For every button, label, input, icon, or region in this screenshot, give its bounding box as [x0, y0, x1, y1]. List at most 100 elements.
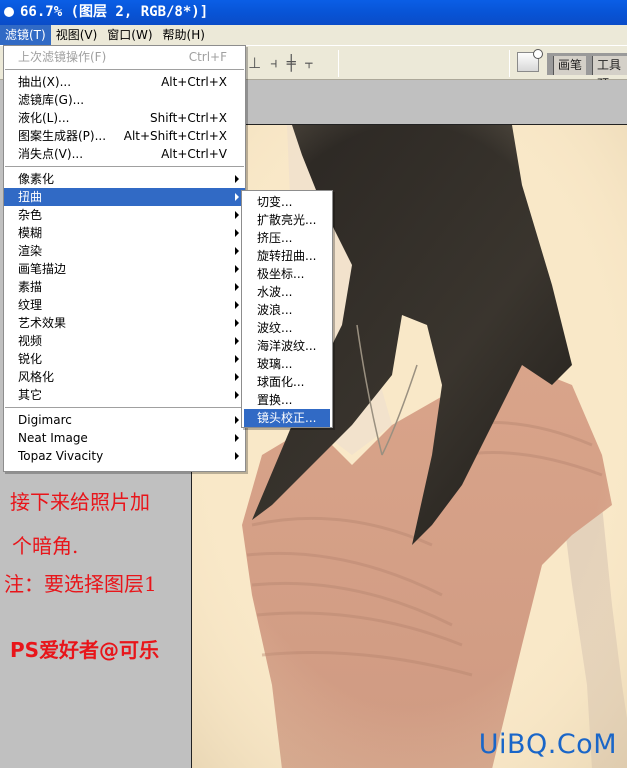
align-distribute-group: ⊥ ⫞ ╪ ⫟: [248, 54, 314, 72]
menu-item-label: 抽出(X)...: [18, 75, 72, 89]
palette-well: 画笔 工具预: [547, 53, 627, 91]
menu-separator: [5, 69, 244, 70]
menu-item-video[interactable]: 视频: [4, 332, 245, 350]
menu-item-texture[interactable]: 纹理: [4, 296, 245, 314]
document-icon: [4, 7, 14, 17]
menu-item-shortcut: Shift+Ctrl+X: [150, 111, 227, 125]
submenu-arrow-icon: [235, 211, 239, 219]
menu-item-shortcut: Alt+Ctrl+V: [161, 147, 227, 161]
menu-item-stylize[interactable]: 风格化: [4, 368, 245, 386]
annotation-line-2: 个暗角.: [12, 534, 79, 558]
submenu-arrow-icon: [235, 301, 239, 309]
menu-item-label: 视频: [18, 334, 43, 348]
submenu-item-pinch[interactable]: 挤压...: [242, 229, 332, 247]
submenu-item-displace[interactable]: 置换...: [242, 391, 332, 409]
menu-item-blur[interactable]: 模糊: [4, 224, 245, 242]
menu-item-digimarc[interactable]: Digimarc: [4, 411, 245, 429]
submenu-arrow-icon: [235, 452, 239, 460]
menu-item-filter-gallery[interactable]: 滤镜库(G)...: [4, 91, 245, 109]
submenu-arrow-icon: [235, 193, 239, 201]
menu-item-label: 画笔描边: [18, 262, 67, 276]
menu-item-label: 模糊: [18, 226, 43, 240]
submenu-item-wave[interactable]: 波浪...: [242, 301, 332, 319]
menu-item-render[interactable]: 渲染: [4, 242, 245, 260]
menu-item-label: 上次滤镜操作(F): [18, 50, 107, 64]
menu-item-liquify[interactable]: 液化(L)... Shift+Ctrl+X: [4, 109, 245, 127]
menu-item-brush-strokes[interactable]: 画笔描边: [4, 260, 245, 278]
menu-item-label: 扭曲: [18, 190, 43, 204]
submenu-item-ocean-ripple[interactable]: 海洋波纹...: [242, 337, 332, 355]
menu-item-label: 消失点(V)...: [18, 147, 84, 161]
menu-item-extract[interactable]: 抽出(X)... Alt+Ctrl+X: [4, 73, 245, 91]
distribute-left-icon[interactable]: ⫞: [270, 54, 277, 72]
palette-tab-brushes[interactable]: 画笔: [553, 56, 587, 75]
menu-item-label: 滤镜库(G)...: [18, 93, 85, 107]
menu-item-label: 像素化: [18, 172, 55, 186]
menu-item-label: 图案生成器(P)...: [18, 129, 107, 143]
menu-item-label: Topaz Vivacity: [18, 449, 104, 463]
menu-item-shortcut: Ctrl+F: [188, 50, 227, 64]
submenu-arrow-icon: [235, 373, 239, 381]
menu-item-label: 液化(L)...: [18, 111, 70, 125]
submenu-item-zigzag[interactable]: 水波...: [242, 283, 332, 301]
distort-submenu: 切变... 扩散亮光... 挤压... 旋转扭曲... 极坐标... 水波...…: [241, 190, 333, 428]
submenu-item-glass[interactable]: 玻璃...: [242, 355, 332, 373]
menu-item-vanishing-point[interactable]: 消失点(V)... Alt+Ctrl+V: [4, 145, 245, 163]
submenu-arrow-icon: [235, 283, 239, 291]
file-browser-icon[interactable]: [517, 49, 543, 72]
submenu-arrow-icon: [235, 355, 239, 363]
submenu-arrow-icon: [235, 265, 239, 273]
menu-item-shortcut: Alt+Ctrl+X: [161, 75, 227, 89]
annotation-signature: PS爱好者@可乐: [10, 638, 160, 662]
submenu-arrow-icon: [235, 434, 239, 442]
submenu-item-lens-correction[interactable]: 镜头校正...: [244, 409, 330, 427]
palette-tab-tool-presets[interactable]: 工具预: [592, 56, 627, 91]
menu-item-label: 锐化: [18, 352, 43, 366]
menu-item-label: 纹理: [18, 298, 43, 312]
menu-item-label: Neat Image: [18, 431, 88, 445]
menu-item-topaz-vivacity[interactable]: Topaz Vivacity: [4, 447, 245, 465]
menu-item-artistic[interactable]: 艺术效果: [4, 314, 245, 332]
menu-item-neat-image[interactable]: Neat Image: [4, 429, 245, 447]
submenu-item-shear[interactable]: 切变...: [242, 193, 332, 211]
annotation-line-1: 接下来给照片加: [10, 490, 150, 514]
submenu-arrow-icon: [235, 229, 239, 237]
menu-view[interactable]: 视图(V): [51, 25, 103, 45]
submenu-item-spherize[interactable]: 球面化...: [242, 373, 332, 391]
menu-item-pixelate[interactable]: 像素化: [4, 170, 245, 188]
menu-item-sharpen[interactable]: 锐化: [4, 350, 245, 368]
align-bottom-edges-icon[interactable]: ⊥: [248, 54, 261, 72]
menu-separator: [5, 166, 244, 167]
menu-item-pattern-maker[interactable]: 图案生成器(P)... Alt+Shift+Ctrl+X: [4, 127, 245, 145]
menu-item-shortcut: Alt+Shift+Ctrl+X: [123, 129, 227, 143]
menu-item-noise[interactable]: 杂色: [4, 206, 245, 224]
submenu-item-polar-coordinates[interactable]: 极坐标...: [242, 265, 332, 283]
distribute-horizontal-centers-icon[interactable]: ╪: [287, 54, 296, 72]
distribute-right-icon[interactable]: ⫟: [305, 54, 314, 72]
watermark: UiBQ.CoM: [478, 729, 617, 760]
menu-item-last-filter[interactable]: 上次滤镜操作(F) Ctrl+F: [4, 48, 245, 66]
menu-help[interactable]: 帮助(H): [158, 25, 210, 45]
submenu-item-diffuse-glow[interactable]: 扩散亮光...: [242, 211, 332, 229]
menu-filter[interactable]: 滤镜(T): [0, 25, 51, 45]
submenu-arrow-icon: [235, 175, 239, 183]
window-title: 66.7% (图层 2, RGB/8*)]: [20, 4, 209, 20]
window-title-bar: 66.7% (图层 2, RGB/8*)]: [0, 0, 627, 25]
menu-item-label: 素描: [18, 280, 43, 294]
options-separator: [338, 50, 339, 77]
submenu-arrow-icon: [235, 247, 239, 255]
submenu-arrow-icon: [235, 319, 239, 327]
menu-item-distort[interactable]: 扭曲: [4, 188, 245, 206]
submenu-item-twirl[interactable]: 旋转扭曲...: [242, 247, 332, 265]
menu-item-label: 杂色: [18, 208, 43, 222]
submenu-item-ripple[interactable]: 波纹...: [242, 319, 332, 337]
options-separator: [509, 50, 510, 77]
menu-item-label: 其它: [18, 388, 43, 402]
menu-window[interactable]: 窗口(W): [102, 25, 157, 45]
menu-bar: 滤镜(T) 视图(V) 窗口(W) 帮助(H): [0, 25, 627, 45]
menu-item-other[interactable]: 其它: [4, 386, 245, 404]
menu-item-sketch[interactable]: 素描: [4, 278, 245, 296]
menu-item-shortcut: [227, 91, 231, 109]
filter-menu: 上次滤镜操作(F) Ctrl+F 抽出(X)... Alt+Ctrl+X 滤镜库…: [3, 45, 246, 472]
menu-item-label: 风格化: [18, 370, 55, 384]
